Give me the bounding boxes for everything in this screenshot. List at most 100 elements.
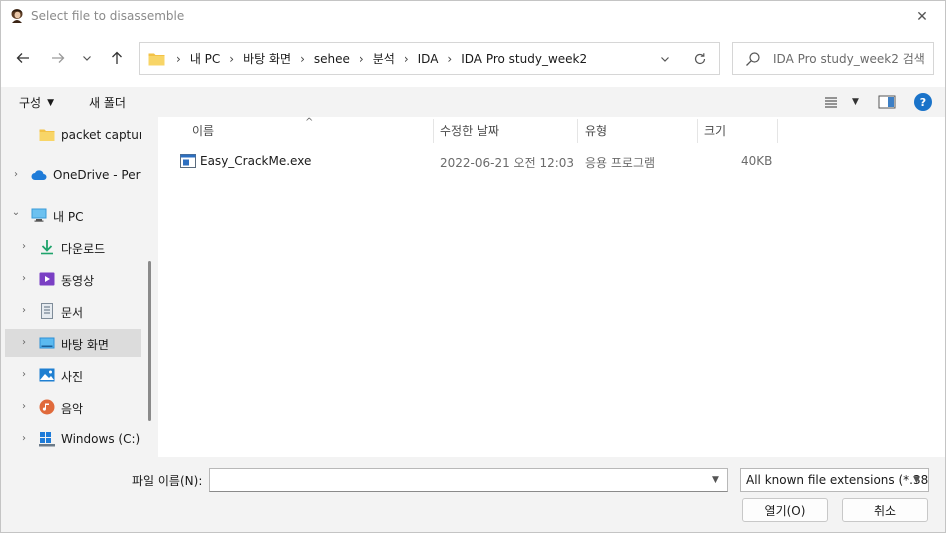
sidebar-item-videos[interactable]: › 동영상 xyxy=(5,265,141,293)
help-button[interactable]: ? xyxy=(914,93,932,111)
sidebar-item-windows-drive[interactable]: › Windows (C:) xyxy=(5,425,141,453)
file-name: Easy_CrackMe.exe xyxy=(200,154,312,168)
refresh-button[interactable] xyxy=(691,50,709,68)
chevron-right-icon[interactable]: › xyxy=(19,337,29,348)
drive-icon xyxy=(39,432,55,447)
chevron-right-icon[interactable]: › xyxy=(19,433,29,444)
organize-label: 구성 xyxy=(19,96,42,110)
new-folder-button[interactable]: 새 폴더 xyxy=(89,94,126,111)
file-list: ^ 이름 수정한 날짜 유형 크기 Easy_CrackMe.exe 2022-… xyxy=(159,117,945,457)
column-header-type[interactable]: 유형 xyxy=(585,117,695,143)
column-header-label: 유형 xyxy=(585,123,608,138)
chevron-down-icon xyxy=(661,57,669,62)
sidebar-item-packet-capture[interactable]: packet capture xyxy=(5,121,141,149)
breadcrumb-separator: › xyxy=(403,51,409,66)
video-icon xyxy=(39,272,55,286)
close-button[interactable]: ✕ xyxy=(899,1,945,33)
up-button[interactable] xyxy=(104,44,130,72)
sidebar-item-pictures[interactable]: › 사진 xyxy=(5,361,141,389)
help-icon: ? xyxy=(919,95,927,109)
preview-pane-icon[interactable] xyxy=(878,94,896,110)
organize-button[interactable]: 구성 ▼ xyxy=(19,94,54,111)
chevron-right-icon[interactable]: › xyxy=(19,305,29,316)
arrow-left-icon xyxy=(16,53,29,63)
computer-icon xyxy=(31,208,47,222)
filename-input[interactable] xyxy=(209,468,728,492)
breadcrumb-item-desktop[interactable]: 바탕 화면 xyxy=(243,50,291,67)
sidebar-item-music[interactable]: › 음악 xyxy=(5,393,141,421)
sidebar-item-label: 사진 xyxy=(61,370,84,384)
filename-label: 파일 이름(N): xyxy=(132,474,203,488)
column-header-size[interactable]: 크기 xyxy=(704,117,774,143)
breadcrumb-item-current-folder[interactable]: IDA Pro study_week2 xyxy=(461,52,587,66)
breadcrumb-item-my-pc[interactable]: 내 PC xyxy=(190,50,220,67)
change-view-button[interactable]: ▼ xyxy=(824,93,860,111)
file-type-filter-select[interactable]: All known file extensions (*.38 xyxy=(740,468,929,492)
sidebar-scrollbar[interactable] xyxy=(148,261,151,421)
back-button[interactable] xyxy=(10,44,36,72)
sidebar-item-label: packet capture xyxy=(61,128,141,142)
cancel-button[interactable]: 취소 xyxy=(842,498,928,522)
file-type-filter-value: All known file extensions (*.38 xyxy=(746,473,929,487)
search-input[interactable] xyxy=(773,49,928,69)
chevron-right-icon[interactable]: › xyxy=(19,273,29,284)
search-icon xyxy=(746,52,760,66)
file-row[interactable]: Easy_CrackMe.exe 2022-06-21 오전 12:03 응용 … xyxy=(175,151,775,173)
folder-icon xyxy=(148,53,165,65)
chevron-right-icon[interactable]: › xyxy=(11,169,21,180)
chevron-down-icon[interactable]: ▼ xyxy=(913,475,920,485)
sidebar-item-onedrive[interactable]: › OneDrive - Personal xyxy=(5,161,141,189)
column-header-label: 이름 xyxy=(192,123,215,138)
breadcrumb: › 내 PC › 바탕 화면 › sehee › 분석 › IDA › IDA … xyxy=(148,43,587,74)
forward-button[interactable] xyxy=(45,44,71,72)
sidebar-item-my-pc[interactable]: ⌄ 내 PC xyxy=(5,201,141,229)
refresh-icon xyxy=(694,53,706,65)
search-box xyxy=(732,42,934,75)
column-header-label: 수정한 날짜 xyxy=(440,123,500,138)
sidebar-item-desktop[interactable]: › 바탕 화면 xyxy=(5,329,141,357)
column-divider[interactable] xyxy=(577,119,578,143)
sidebar-item-label: 다운로드 xyxy=(61,242,106,256)
close-icon: ✕ xyxy=(916,9,928,25)
dialog-footer: 파일 이름(N): ▼ All known file extensions (*… xyxy=(1,457,945,532)
sidebar-item-label: 문서 xyxy=(61,306,84,320)
breadcrumb-item-ida[interactable]: IDA xyxy=(418,52,439,66)
cloud-icon xyxy=(31,170,47,180)
chevron-down-icon[interactable]: ⌄ xyxy=(11,207,21,218)
breadcrumb-item-sehee[interactable]: sehee xyxy=(314,52,350,66)
sidebar-item-label: 음악 xyxy=(61,402,84,416)
column-divider[interactable] xyxy=(433,119,434,143)
breadcrumb-separator: › xyxy=(229,51,235,66)
picture-icon xyxy=(39,368,55,382)
arrow-right-icon xyxy=(52,53,65,63)
chevron-right-icon[interactable]: › xyxy=(19,369,29,380)
address-history-button[interactable] xyxy=(657,51,673,67)
sidebar-item-label: 내 PC xyxy=(53,210,84,224)
file-open-dialog: Select file to disassemble ✕ › 내 PC › 바탕… xyxy=(0,0,946,533)
sidebar-item-label: Windows (C:) xyxy=(61,432,141,446)
chevron-down-icon[interactable]: ▼ xyxy=(712,475,719,485)
address-bar[interactable]: › 내 PC › 바탕 화면 › sehee › 분석 › IDA › IDA … xyxy=(139,42,720,75)
column-divider[interactable] xyxy=(777,119,778,143)
window-title: Select file to disassemble xyxy=(31,9,185,23)
column-divider[interactable] xyxy=(697,119,698,143)
breadcrumb-item-analysis[interactable]: 분석 xyxy=(373,50,395,67)
column-header-name[interactable]: 이름 xyxy=(192,117,432,143)
download-icon xyxy=(41,240,53,255)
column-header-date-modified[interactable]: 수정한 날짜 xyxy=(440,117,580,143)
sidebar-item-downloads[interactable]: › 다운로드 xyxy=(5,233,141,261)
sidebar-item-label: 바탕 화면 xyxy=(61,338,109,352)
music-icon xyxy=(39,399,55,415)
sidebar-item-label: OneDrive - Personal xyxy=(53,168,141,182)
file-size: 40KB xyxy=(741,154,773,168)
column-header-label: 크기 xyxy=(704,123,727,138)
file-type: 응용 프로그램 xyxy=(585,156,656,170)
chevron-right-icon[interactable]: › xyxy=(19,401,29,412)
recent-locations-button[interactable] xyxy=(77,44,97,72)
title-bar: Select file to disassemble ✕ xyxy=(1,1,945,33)
arrow-up-icon xyxy=(112,51,122,64)
sidebar-item-documents[interactable]: › 문서 xyxy=(5,297,141,325)
chevron-right-icon[interactable]: › xyxy=(19,241,29,252)
open-button[interactable]: 열기(O) xyxy=(742,498,828,522)
list-view-icon xyxy=(825,97,837,108)
